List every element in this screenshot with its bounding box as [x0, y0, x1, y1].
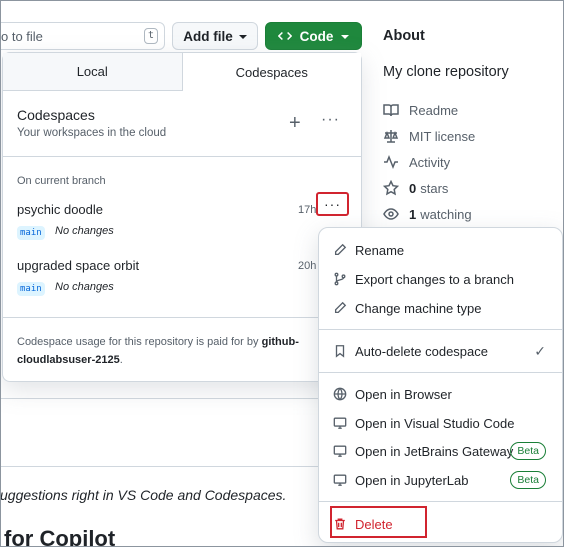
add-file-label: Add file [183, 28, 233, 44]
tab-local[interactable]: Local [3, 53, 182, 90]
billing-end: . [119, 354, 123, 366]
readme-link[interactable]: Readme [383, 97, 475, 123]
pulse-icon [384, 154, 398, 170]
kebab-menu-icon: ··· [324, 196, 341, 212]
code-button[interactable]: Code [265, 22, 362, 50]
star-icon [383, 180, 399, 196]
bookmark-icon [335, 345, 345, 358]
monitor-icon [333, 417, 347, 429]
kebab-menu-icon[interactable]: ··· [321, 111, 340, 129]
menu-divider [319, 501, 562, 502]
plus-icon[interactable]: + [289, 113, 301, 133]
section-divider [3, 317, 361, 318]
menu-divider [319, 329, 562, 330]
law-icon [383, 130, 399, 143]
activity-link[interactable]: Activity [383, 149, 475, 175]
eye-icon [383, 208, 399, 220]
billing-note: Codespace usage for this repository is p… [17, 333, 317, 369]
menu-item-label: Open in JetBrains Gateway [355, 443, 514, 459]
panel-tabs: Local Codespaces [3, 53, 361, 91]
go-to-file-input[interactable]: o to file t [0, 22, 165, 50]
menu-item-export-branch[interactable]: Export changes to a branch [319, 265, 562, 293]
menu-item-rename[interactable]: Rename [319, 236, 562, 264]
menu-item-label: Open in JupyterLab [355, 472, 469, 488]
code-button-label: Code [299, 28, 334, 44]
monitor-icon [333, 445, 347, 457]
menu-item-change-machine[interactable]: Change machine type [319, 294, 562, 322]
readme-heading: for Copilot [4, 526, 116, 547]
menu-item-open-jetbrains[interactable]: Open in JetBrains Gateway Beta [319, 437, 562, 465]
stars-link[interactable]: 0 stars [383, 175, 475, 201]
code-icon [277, 31, 292, 41]
menu-item-open-vscode[interactable]: Open in Visual Studio Code [319, 409, 562, 437]
codespace-time: 20h [298, 260, 317, 272]
go-to-file-placeholder: o to file [1, 29, 43, 44]
stars-count: 0 [409, 180, 417, 196]
menu-item-label: Export changes to a branch [355, 271, 514, 287]
codespace-status: No changes [55, 225, 114, 237]
background-divider [0, 398, 320, 399]
license-link[interactable]: MIT license [383, 123, 475, 149]
about-links: Readme MIT license Activity 0 stars 1 wa… [383, 97, 475, 227]
section-divider [3, 156, 361, 157]
menu-item-label: Change machine type [355, 300, 482, 316]
license-label: MIT license [409, 128, 476, 144]
menu-item-open-browser[interactable]: Open in Browser [319, 380, 562, 408]
codespace-kebab-button[interactable]: ··· [316, 192, 349, 216]
menu-item-label: Open in Visual Studio Code [355, 415, 515, 431]
monitor-icon [333, 474, 347, 486]
codespaces-title: Codespaces [17, 107, 95, 123]
beta-badge: Beta [510, 471, 546, 489]
check-icon: ✓ [534, 342, 546, 359]
codespace-context-menu: Rename Export changes to a branch Change… [318, 227, 563, 543]
menu-item-label: Rename [355, 242, 405, 258]
globe-icon [333, 387, 347, 401]
menu-item-label: Open in Browser [355, 386, 452, 402]
watching-link[interactable]: 1 watching [383, 201, 475, 227]
menu-item-label: Auto-delete codespace [355, 343, 488, 359]
menu-item-open-jupyterlab[interactable]: Open in JupyterLab Beta [319, 466, 562, 494]
branch-badge: main [17, 282, 45, 296]
code-dropdown-panel: Local Codespaces Codespaces Your workspa… [2, 52, 362, 382]
about-heading: About [383, 28, 425, 44]
watching-label: watching [420, 206, 472, 222]
menu-divider [319, 372, 562, 373]
pencil-icon [334, 301, 347, 314]
codespace-time: 17h [298, 204, 317, 216]
branch-badge: main [17, 226, 45, 240]
billing-text: Codespace usage for this repository is p… [17, 336, 259, 348]
pencil-icon [334, 243, 347, 256]
book-icon [383, 104, 399, 117]
add-file-button[interactable]: Add file [172, 22, 258, 50]
watching-count: 1 [409, 206, 417, 222]
tab-codespaces[interactable]: Codespaces [181, 53, 361, 91]
branch-icon [334, 272, 346, 286]
delete-highlight [330, 506, 427, 538]
beta-badge: Beta [510, 442, 546, 460]
shortcut-key-badge: t [144, 28, 158, 44]
activity-label: Activity [409, 154, 451, 170]
readme-text: uggestions right in VS Code and Codespac… [0, 487, 287, 503]
section-label: On current branch [17, 175, 106, 187]
codespace-status: No changes [55, 281, 114, 293]
menu-item-auto-delete[interactable]: Auto-delete codespace ✓ [319, 337, 562, 365]
codespace-name[interactable]: upgraded space orbit [17, 258, 139, 273]
readme-label: Readme [409, 102, 459, 118]
stars-label: stars [420, 180, 449, 196]
codespace-name[interactable]: psychic doodle [17, 202, 103, 217]
chevron-down-icon [238, 35, 247, 39]
chevron-down-icon [341, 35, 350, 39]
background-divider [0, 466, 320, 467]
codespaces-subtitle: Your workspaces in the cloud [17, 127, 167, 139]
repo-description: My clone repository [383, 64, 509, 80]
